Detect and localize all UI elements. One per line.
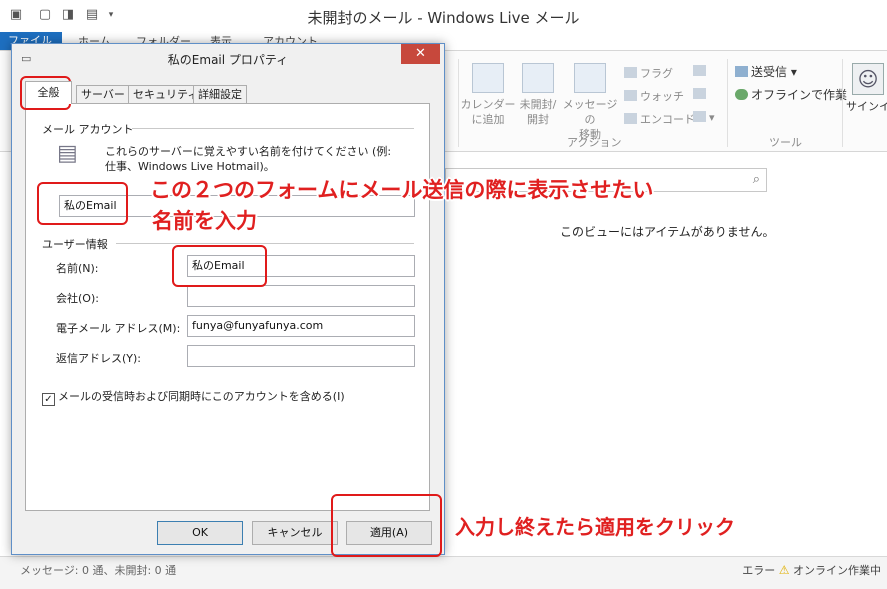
send-receive-button[interactable]: 送受信 ▾ xyxy=(735,63,797,80)
name-label: 名前(N): xyxy=(56,262,99,275)
ribbon-separator xyxy=(842,59,843,147)
add-to-calendar-button[interactable]: カレンダー に追加 xyxy=(460,63,516,127)
offline-label: オフラインで作業 xyxy=(751,88,848,102)
unread-read-button[interactable]: 未開封/ 開封 xyxy=(510,63,566,127)
annotation-line1: この２つのフォームにメール送信の際に表示させたい xyxy=(150,178,654,202)
divider xyxy=(116,243,414,244)
offline-button[interactable]: オフラインで作業 xyxy=(735,86,847,103)
status-error: エラー xyxy=(742,564,776,577)
reply-label: 返信アドレス(Y): xyxy=(56,352,142,365)
mail-account-heading: メール アカウント xyxy=(42,123,134,136)
cancel-button[interactable]: キャンセル xyxy=(252,521,338,545)
properties-dialog: ▭ 私のEmail プロパティ ✕ 全般 サーバー セキュリティ 詳細設定 メー… xyxy=(11,43,445,555)
dialog-title: 私のEmail プロパティ xyxy=(167,53,289,67)
window-titlebar: ▣ ▢ ◨ ▤ ▾ 未開封のメール - Windows Live メール xyxy=(0,0,887,32)
window-title: 未開封のメール - Windows Live メール xyxy=(307,9,580,27)
flag-icon xyxy=(624,67,637,78)
ok-button[interactable]: OK xyxy=(157,521,243,545)
copy-icon[interactable] xyxy=(693,65,709,78)
include-account-label: メールの受信時および同期時にこのアカウントを含める(I) xyxy=(58,390,345,403)
calendar-icon xyxy=(472,63,504,93)
user-info-heading: ユーザー情報 xyxy=(42,238,108,251)
annotation-line2: 名前を入力 xyxy=(152,209,257,233)
tab-advanced[interactable]: 詳細設定 xyxy=(193,85,247,103)
divider xyxy=(132,128,414,129)
annotation-apply: 入力し終えたら適用をクリック xyxy=(455,515,735,539)
email-input[interactable]: funya@funyafunya.com xyxy=(187,315,415,337)
highlight-apply-button xyxy=(331,494,442,557)
include-account-checkbox[interactable]: ✓ メールの受信時および同期時にこのアカウントを含める(I) xyxy=(42,388,345,406)
email-label: 電子メール アドレス(M): xyxy=(56,322,181,335)
globe-icon xyxy=(735,89,748,100)
send-receive-label: 送受信 xyxy=(751,65,788,79)
watch-label: ウォッチ xyxy=(640,90,684,103)
encode-icon xyxy=(624,113,637,124)
find-icon[interactable]: ▾ xyxy=(693,111,715,124)
flag-button[interactable]: フラグ xyxy=(624,65,673,81)
status-right: エラー ⚠ オンライン作業中 xyxy=(742,562,881,578)
empty-list-message: このビューにはアイテムがありません。 xyxy=(560,225,775,239)
ribbon-separator xyxy=(727,59,728,147)
watch-button[interactable]: ウォッチ xyxy=(624,88,684,104)
user-icon: ☺ xyxy=(852,63,884,95)
intro-text: これらのサーバーに覚えやすい名前を付けてください (例: 仕事、Windows … xyxy=(105,145,392,173)
tab-general[interactable]: 全般 xyxy=(25,81,72,104)
close-button[interactable]: ✕ xyxy=(401,44,440,64)
tab-server[interactable]: サーバー xyxy=(76,85,130,103)
send-receive-icon xyxy=(735,66,748,77)
ribbon-separator xyxy=(458,59,459,147)
signin-button[interactable]: ☺ サインイ xyxy=(846,63,887,114)
reply-input[interactable] xyxy=(187,345,415,367)
status-online: オンライン作業中 xyxy=(793,564,881,577)
checkmark-icon[interactable]: ✓ xyxy=(42,393,55,406)
envelope-icon xyxy=(522,63,554,93)
company-input[interactable] xyxy=(187,285,415,307)
tools-group-label: ツール xyxy=(769,136,802,149)
status-bar: メッセージ: 0 通、未開封: 0 通 エラー ⚠ オンライン作業中 xyxy=(0,556,887,589)
search-icon: ⌕ xyxy=(752,172,760,187)
delete-icon[interactable] xyxy=(693,88,709,101)
encode-label: エンコード xyxy=(640,113,695,126)
highlight-account-name xyxy=(37,182,128,225)
highlight-name-field xyxy=(172,245,267,287)
unread-read-label: 未開封/ 開封 xyxy=(519,98,557,126)
company-label: 会社(O): xyxy=(56,292,99,305)
folder-icon xyxy=(574,63,606,93)
flag-label: フラグ xyxy=(640,67,673,80)
action-group-label: アクション xyxy=(567,136,622,149)
warning-icon: ⚠ xyxy=(778,563,790,577)
general-panel: メール アカウント ▤ これらのサーバーに覚えやすい名前を付けてください (例:… xyxy=(25,103,430,511)
signin-label: サインイ xyxy=(846,100,887,113)
dialog-titlebar[interactable]: ▭ 私のEmail プロパティ ✕ xyxy=(12,44,444,74)
glasses-icon xyxy=(624,90,637,101)
move-message-button[interactable]: メッセージの 移動 xyxy=(560,63,620,142)
encode-button[interactable]: エンコード xyxy=(624,111,695,127)
status-counts: メッセージ: 0 通、未開封: 0 通 xyxy=(20,564,177,577)
add-to-calendar-label: カレンダー に追加 xyxy=(460,98,516,126)
server-icon: ▤ xyxy=(57,141,78,166)
